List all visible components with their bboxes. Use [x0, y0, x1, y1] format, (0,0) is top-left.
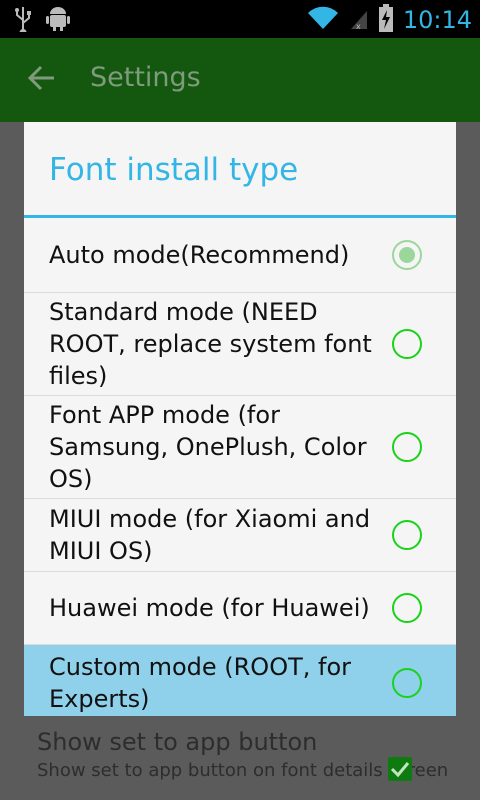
setting-title: Show set to app button — [37, 728, 318, 756]
signal-icon: x — [349, 5, 369, 35]
app-bar-title: Settings — [90, 62, 201, 93]
option-label: Auto mode(Recommend) — [49, 241, 350, 269]
option-auto-mode[interactable]: Auto mode(Recommend) — [24, 218, 456, 293]
option-huawei-mode[interactable]: Huawei mode (for Huawei) — [24, 572, 456, 645]
option-miui-mode[interactable]: MIUI mode (for Xiaomi and MIUI OS) — [24, 499, 456, 572]
option-font-app-mode[interactable]: Font APP mode (for Samsung, OnePlush, Co… — [24, 396, 456, 499]
status-bar: x 10:14 — [0, 0, 480, 38]
radio-button-checked[interactable] — [392, 240, 422, 270]
option-standard-mode[interactable]: Standard mode (NEED ROOT, replace system… — [24, 293, 456, 396]
option-label: MIUI mode (for Xiaomi and MIUI OS) — [49, 505, 371, 565]
dialog-title: Font install type — [24, 122, 456, 218]
radio-button[interactable] — [392, 667, 422, 698]
option-label: Font APP mode (for Samsung, OnePlush, Co… — [49, 401, 367, 493]
radio-button[interactable] — [392, 593, 422, 623]
option-label: Huawei mode (for Huawei) — [49, 594, 370, 622]
arrow-back-icon[interactable] — [27, 64, 56, 96]
app-bar: Settings — [0, 38, 480, 122]
radio-button[interactable] — [392, 329, 422, 359]
setting-checkbox[interactable] — [388, 757, 412, 781]
battery-charging-icon — [378, 4, 393, 36]
radio-button[interactable] — [392, 432, 422, 462]
option-label: Standard mode (NEED ROOT, replace system… — [49, 298, 372, 390]
status-time: 10:14 — [402, 6, 472, 34]
font-install-type-dialog: Font install type Auto mode(Recommend) S… — [24, 122, 456, 716]
android-debug-icon — [46, 6, 70, 36]
wifi-icon — [307, 5, 339, 35]
option-label: Custom mode (ROOT, for Experts) — [49, 652, 352, 713]
option-custom-mode[interactable]: Custom mode (ROOT, for Experts) — [24, 645, 456, 716]
svg-text:x: x — [356, 22, 361, 31]
radio-button[interactable] — [392, 520, 422, 550]
usb-icon — [14, 6, 32, 36]
